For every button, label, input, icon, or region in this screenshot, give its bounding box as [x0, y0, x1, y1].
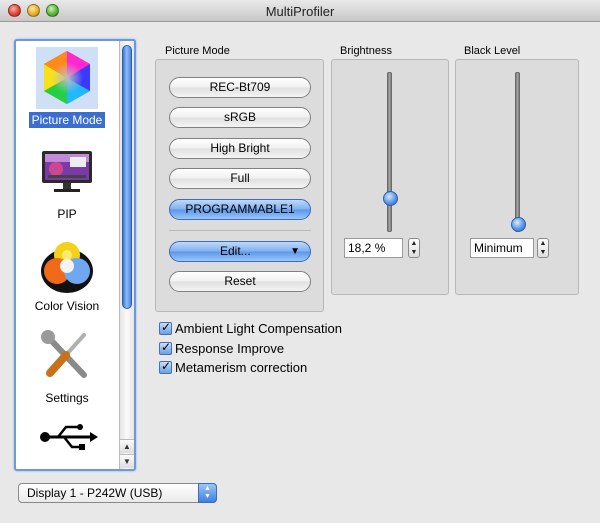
reset-button[interactable]: Reset — [169, 271, 311, 292]
monitor-icon — [36, 141, 98, 203]
black-level-value-field[interactable]: Minimum — [470, 238, 534, 258]
brightness-label: Brightness — [340, 45, 392, 57]
sidebar-item-usb[interactable] — [16, 417, 118, 469]
checkbox-response-improve[interactable]: ✓ Response Improve — [159, 340, 284, 356]
black-level-slider-knob[interactable] — [511, 217, 526, 232]
sidebar-scrollbar[interactable]: ▲ ▼ — [119, 41, 134, 469]
display-select-value: Display 1 - P242W (USB) — [27, 486, 163, 500]
dropdown-caret-icon: ▼ — [290, 246, 300, 257]
checkbox-box[interactable]: ✓ — [159, 319, 172, 335]
tools-icon — [36, 325, 98, 387]
brightness-slider-track[interactable] — [387, 72, 392, 232]
checkbox-label: Metamerism correction — [175, 359, 308, 375]
scroll-down-arrow-icon[interactable]: ▼ — [120, 454, 134, 468]
picture-mode-group: REC-Bt709 sRGB High Bright Full PROGRAMM… — [155, 59, 324, 312]
scroll-up-arrow-icon[interactable]: ▲ — [120, 439, 134, 453]
checkmark-icon: ✓ — [161, 339, 172, 354]
brightness-slider-knob[interactable] — [383, 191, 398, 206]
sidebar-item-pip[interactable]: PIP — [16, 141, 118, 222]
sidebar-list: Picture Mode PIP Color Vision Settings — [16, 41, 118, 469]
separator — [169, 230, 311, 231]
mode-button-high-bright[interactable]: High Bright — [169, 138, 311, 159]
mode-button-programmable1[interactable]: PROGRAMMABLE1 — [169, 199, 311, 220]
title-bar: MultiProfiler — [0, 0, 600, 22]
sidebar-item-label: Color Vision — [34, 299, 100, 313]
black-level-stepper[interactable]: ▲ ▼ — [537, 238, 549, 258]
sidebar-item-label: Settings — [45, 391, 89, 405]
sidebar-item-label: Picture Mode — [28, 112, 106, 128]
edit-dropdown-button[interactable]: Edit... ▼ — [169, 241, 311, 262]
sidebar: Picture Mode PIP Color Vision Settings ▲… — [14, 39, 136, 471]
checkmark-icon: ✓ — [161, 358, 172, 373]
sidebar-item-color-vision[interactable]: Color Vision — [16, 233, 118, 314]
mode-button-srgb[interactable]: sRGB — [169, 107, 311, 128]
brightness-value-field[interactable]: 18,2 % — [344, 238, 403, 258]
mode-button-full[interactable]: Full — [169, 168, 311, 189]
select-arrows-icon: ▲ ▼ — [198, 483, 217, 503]
checkbox-box[interactable]: ✓ — [159, 358, 172, 374]
checkbox-label: Response Improve — [175, 340, 285, 356]
color-hexagon-icon — [36, 47, 98, 109]
sidebar-item-label: PIP — [57, 207, 77, 221]
checkmark-icon: ✓ — [161, 319, 172, 334]
picture-mode-label: Picture Mode — [165, 45, 230, 57]
black-level-group: Minimum ▲ ▼ — [455, 59, 579, 295]
checkbox-label: Ambient Light Compensation — [175, 320, 342, 336]
color-vision-icon — [36, 233, 98, 295]
black-level-label: Black Level — [464, 45, 521, 57]
brightness-group: 18,2 % ▲ ▼ — [331, 59, 449, 295]
scrollbar-thumb[interactable] — [122, 45, 132, 309]
edit-button-label: Edit... — [220, 244, 251, 258]
window-title: MultiProfiler — [265, 4, 335, 19]
checkbox-box[interactable]: ✓ — [159, 339, 172, 355]
checkbox-ambient-light-compensation[interactable]: ✓ Ambient Light Compensation — [159, 320, 342, 336]
sidebar-item-settings[interactable]: Settings — [16, 325, 118, 406]
mode-button-rec-bt709[interactable]: REC-Bt709 — [169, 77, 311, 98]
window-content: Picture Mode PIP Color Vision Settings ▲… — [0, 23, 600, 523]
black-level-slider-track[interactable] — [515, 72, 520, 232]
display-select[interactable]: Display 1 - P242W (USB) ▲ ▼ — [18, 483, 217, 503]
brightness-stepper[interactable]: ▲ ▼ — [408, 238, 420, 258]
usb-icon — [36, 417, 98, 469]
sidebar-item-picture-mode[interactable]: Picture Mode — [16, 47, 118, 128]
checkbox-metamerism-correction[interactable]: ✓ Metamerism correction — [159, 359, 307, 375]
